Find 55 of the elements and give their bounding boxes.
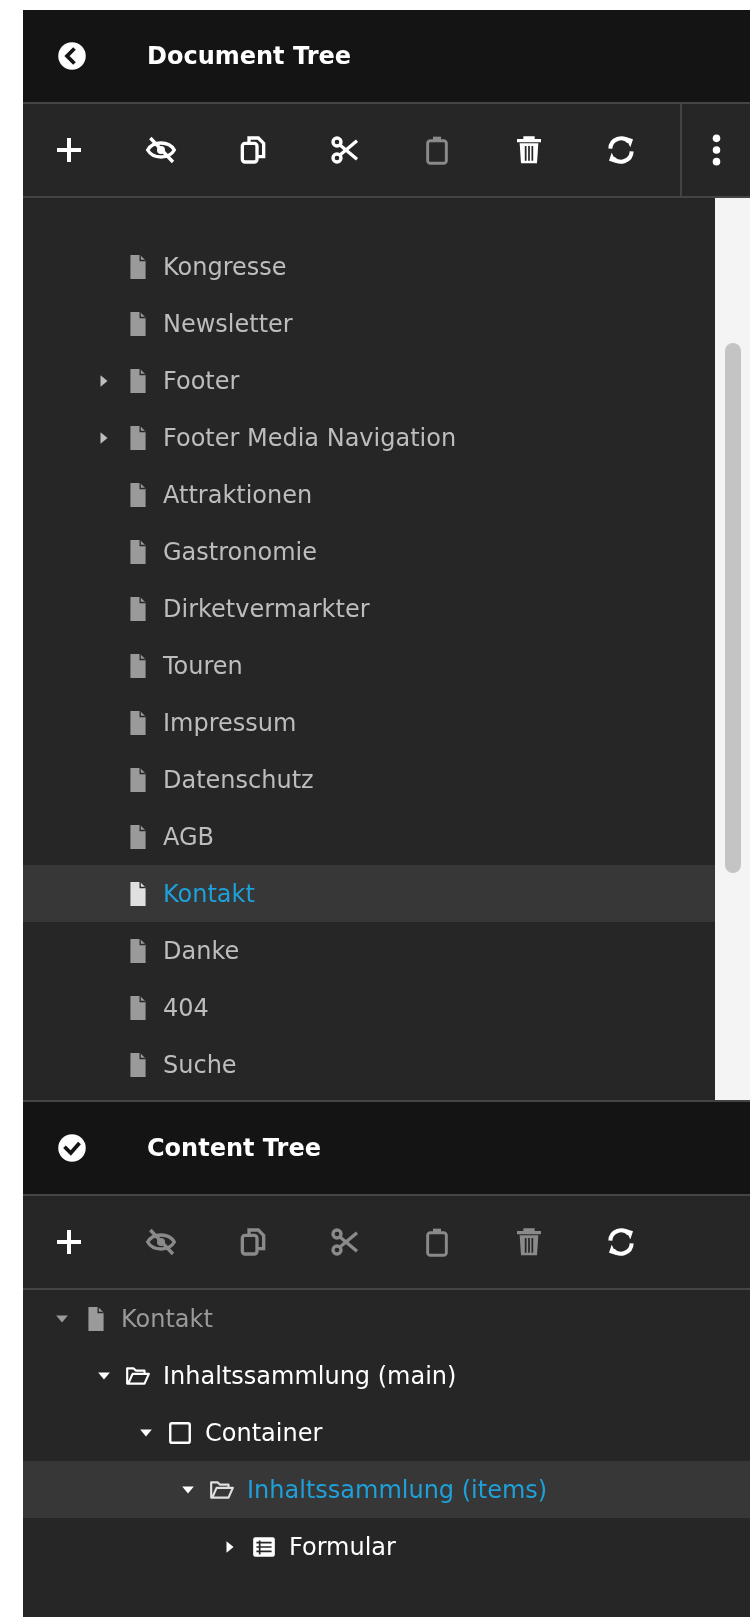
tree-item-label: Footer bbox=[163, 366, 240, 395]
tree-item[interactable]: Container bbox=[23, 1404, 750, 1461]
tree-item[interactable]: Inhaltssammlung (items) bbox=[23, 1461, 750, 1518]
eye-slash-icon bbox=[145, 1226, 177, 1258]
tree-item-label: 404 bbox=[163, 993, 209, 1022]
tree-item[interactable]: Newsletter bbox=[23, 295, 715, 352]
panel-header[interactable]: Document Tree bbox=[23, 10, 750, 104]
refresh-icon bbox=[605, 1226, 637, 1258]
panel-title: Content Tree bbox=[147, 1134, 321, 1162]
tree-item[interactable]: 404 bbox=[23, 979, 715, 1036]
panel-title: Document Tree bbox=[147, 42, 352, 70]
tree-item-label: Dirketvermarkter bbox=[163, 594, 370, 623]
tree-item[interactable]: Impressum bbox=[23, 694, 715, 751]
scrollbar-thumb[interactable] bbox=[724, 343, 741, 873]
tree-item[interactable]: Suche bbox=[23, 1036, 715, 1093]
tree-item[interactable]: Inhaltssammlung (main) bbox=[23, 1347, 750, 1404]
tree-item-label: Attraktionen bbox=[163, 480, 313, 509]
scissors-icon bbox=[329, 1226, 361, 1258]
tree-item-label: Newsletter bbox=[163, 309, 293, 338]
scissors-icon bbox=[329, 134, 361, 166]
tree-item[interactable]: Footer Media Navigation bbox=[23, 409, 715, 466]
tree-item[interactable]: Kontakt bbox=[23, 1290, 750, 1347]
tree-item[interactable]: Datenschutz bbox=[23, 751, 715, 808]
tree-item-label: Formular bbox=[289, 1532, 396, 1561]
tree-item[interactable]: AGB bbox=[23, 808, 715, 865]
tree-item-label: Inhaltssammlung (main) bbox=[163, 1361, 457, 1390]
circle-left-icon[interactable] bbox=[57, 41, 87, 71]
tree-item[interactable]: Attraktionen bbox=[23, 466, 715, 523]
tree-item[interactable]: Footer bbox=[23, 352, 715, 409]
tree-item-label: Danke bbox=[163, 936, 240, 965]
tree-item[interactable]: Formular bbox=[23, 1518, 750, 1575]
tree-item[interactable]: Touren bbox=[23, 637, 715, 694]
refresh-icon bbox=[605, 134, 637, 166]
circle-check-icon[interactable] bbox=[57, 1133, 87, 1163]
tree-item[interactable]: Gastronomie bbox=[23, 523, 715, 580]
tree-item[interactable]: Kongresse bbox=[23, 238, 715, 295]
scrollbar[interactable] bbox=[715, 198, 750, 1100]
tree-item-label: Inhaltssammlung (items) bbox=[247, 1475, 548, 1504]
more-icon bbox=[711, 134, 721, 166]
tree-item-label: Kongresse bbox=[163, 252, 287, 281]
panel-header[interactable]: Content Tree bbox=[23, 1102, 750, 1196]
tree-item-label: Impressum bbox=[163, 708, 297, 737]
tree-item-label: Suche bbox=[163, 1050, 237, 1079]
tree-item[interactable]: Kontakt bbox=[23, 865, 715, 922]
tree-item[interactable]: Dirketvermarkter bbox=[23, 580, 715, 637]
eye-slash-icon bbox=[145, 134, 177, 166]
tree-item-label: Footer Media Navigation bbox=[163, 423, 457, 452]
tree-item-label: Gastronomie bbox=[163, 537, 317, 566]
tree-item-label: Kontakt bbox=[163, 879, 255, 908]
tree-item-label: Touren bbox=[163, 651, 243, 680]
tree-item-label: Container bbox=[205, 1418, 323, 1447]
tree-item[interactable]: Danke bbox=[23, 922, 715, 979]
tree-item-label: Kontakt bbox=[121, 1304, 213, 1333]
tree-item-label: AGB bbox=[163, 822, 215, 851]
tree-item-label: Datenschutz bbox=[163, 765, 314, 794]
